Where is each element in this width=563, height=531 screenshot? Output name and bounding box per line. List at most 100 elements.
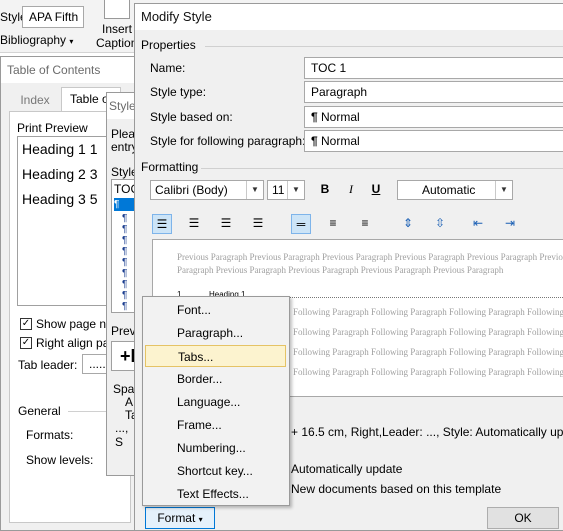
preview-previous-text-2: Paragraph Previous Paragraph Previous Pa… — [177, 265, 504, 275]
new-docs-label: New documents based on this template — [291, 482, 502, 496]
properties-header: Properties — [141, 38, 196, 52]
align-right-icon: ☰ — [220, 216, 232, 230]
following-value: Normal — [321, 134, 360, 148]
preview-line: Heading 1 1 — [22, 141, 98, 157]
italic-button[interactable]: I — [341, 180, 361, 200]
double-spacing-icon: ≡ — [361, 216, 369, 230]
based-on-select[interactable]: ¶ Normal — [304, 106, 563, 128]
properties-divider — [205, 46, 563, 47]
style-type-select[interactable]: Paragraph — [304, 81, 563, 103]
style-dialog-title: Style — [107, 93, 137, 119]
font-size-value: 11 — [272, 183, 285, 197]
justify-icon: ☰ — [252, 216, 264, 230]
decrease-indent-icon: ⇤ — [472, 216, 484, 230]
ok-button[interactable]: OK — [487, 507, 559, 529]
print-preview-label: Print Preview — [17, 121, 88, 135]
formatting-divider — [201, 168, 563, 169]
bibliography-label: Bibliography — [0, 33, 67, 47]
increase-spacing-button[interactable]: ⇕ — [398, 214, 418, 234]
underline-button[interactable]: U — [366, 180, 386, 200]
preview-line: Heading 2 3 — [22, 166, 98, 182]
insert-caption-label[interactable]: Insert — [102, 22, 132, 36]
menu-item-language[interactable]: Language... — [145, 391, 286, 413]
show-levels-label: Show levels: — [26, 453, 94, 467]
one-half-spacing-button[interactable]: ≡ — [323, 214, 343, 234]
format-button[interactable]: Format ▾ — [145, 507, 215, 529]
preview-following-text: Following Paragraph Following Paragraph … — [293, 367, 563, 377]
chevron-down-icon: ▼ — [495, 181, 512, 199]
chevron-down-icon: ▼ — [287, 181, 304, 199]
menu-item-frame[interactable]: Frame... — [145, 414, 286, 436]
paragraph-mark-icon: ¶ ¶ ¶ ¶ ¶ ¶ ¶ ¶ ¶ — [122, 213, 128, 312]
preview-following-text: Following Paragraph Following Paragraph … — [293, 307, 563, 317]
preview-leader-dots — [253, 297, 563, 298]
name-label: Name: — [150, 61, 186, 75]
style-desc-line: A — [125, 395, 134, 409]
preview-previous-text: Previous Paragraph Previous Paragraph Pr… — [177, 252, 563, 262]
single-spacing-icon: ═ — [296, 217, 306, 231]
following-select[interactable]: ¶ Normal — [304, 130, 563, 152]
name-value: TOC 1 — [311, 61, 347, 75]
paragraph-mark-icon: ¶ — [311, 134, 322, 148]
menu-item-font[interactable]: Font... — [145, 299, 286, 321]
style-gallery-select[interactable]: APA Fifth — [22, 6, 84, 28]
menu-item-shortcut-key[interactable]: Shortcut key... — [145, 460, 286, 482]
menu-item-numbering[interactable]: Numbering... — [145, 437, 286, 459]
based-on-value: Normal — [321, 110, 360, 124]
based-on-label: Style based on: — [150, 110, 233, 124]
menu-item-tabs[interactable]: Tabs... — [145, 345, 286, 367]
align-right-button[interactable]: ☰ — [216, 214, 236, 234]
tab-leader-label: Tab leader: — [18, 358, 78, 372]
decrease-indent-button[interactable]: ⇤ — [468, 214, 488, 234]
following-label: Style for following paragraph: — [150, 134, 306, 148]
chevron-down-icon: ▾ — [198, 515, 203, 524]
auto-update-label: Automatically update — [291, 462, 403, 476]
one-half-spacing-icon: ≡ — [329, 216, 337, 230]
style-gallery-value: APA Fifth — [29, 10, 79, 24]
chevron-down-icon: ▾ — [69, 37, 74, 46]
align-left-icon: ☰ — [156, 217, 168, 231]
font-color-select[interactable]: Automatic ▼ — [397, 180, 513, 200]
formats-label: Formats: — [26, 428, 74, 442]
bold-button[interactable]: B — [315, 180, 335, 200]
bibliography-button[interactable]: Bibliography ▾ — [0, 33, 73, 47]
tab-index[interactable]: Index — [11, 89, 59, 112]
toc-dialog-title: Table of Contents — [1, 57, 134, 83]
caption-icon — [104, 0, 130, 19]
name-input[interactable]: TOC 1 — [304, 57, 563, 79]
align-center-button[interactable]: ☰ — [184, 214, 204, 234]
preview-line: Heading 3 5 — [22, 191, 98, 207]
menu-item-border[interactable]: Border... — [145, 368, 286, 390]
right-align-label: Right align pag — [36, 336, 117, 350]
font-color-value: Automatic — [422, 183, 476, 197]
increase-indent-icon: ⇥ — [504, 216, 516, 230]
menu-item-paragraph[interactable]: Paragraph... — [145, 322, 286, 344]
paragraph-mark-icon[interactable]: ¶ — [114, 198, 136, 211]
show-page-numbers-checkbox[interactable]: ✓ — [20, 318, 32, 330]
align-center-icon: ☰ — [188, 216, 200, 230]
format-button-label: Format — [157, 511, 196, 525]
format-menu: Font... Paragraph... Tabs... Border... L… — [142, 296, 290, 506]
justify-button[interactable]: ☰ — [248, 214, 268, 234]
style-type-value: Paragraph — [311, 85, 368, 99]
menu-item-text-effects[interactable]: Text Effects... — [145, 483, 286, 505]
modify-style-title: Modify Style — [135, 4, 563, 30]
general-label: General — [18, 404, 61, 418]
font-size-select[interactable]: 11 ▼ — [267, 180, 305, 200]
single-spacing-button[interactable]: ═ — [291, 214, 311, 234]
chevron-down-icon: ▼ — [246, 181, 263, 199]
increase-indent-button[interactable]: ⇥ — [500, 214, 520, 234]
insert-caption-label-2: Caption — [96, 36, 138, 50]
style-type-label: Style type: — [150, 85, 207, 99]
right-align-checkbox[interactable]: ✓ — [20, 337, 32, 349]
double-spacing-button[interactable]: ≡ — [355, 214, 375, 234]
style-description: + 16.5 cm, Right,Leader: ..., Style: Aut… — [291, 425, 563, 439]
preview-following-text: Following Paragraph Following Paragraph … — [293, 327, 563, 337]
preview-following-text: Following Paragraph Following Paragraph … — [293, 347, 563, 357]
align-left-button[interactable]: ☰ — [152, 214, 172, 234]
decrease-spacing-icon: ⇳ — [434, 216, 446, 230]
decrease-spacing-button[interactable]: ⇳ — [430, 214, 450, 234]
formatting-header: Formatting — [141, 160, 199, 174]
font-select[interactable]: Calibri (Body) ▼ — [150, 180, 264, 200]
font-value: Calibri (Body) — [155, 183, 228, 197]
